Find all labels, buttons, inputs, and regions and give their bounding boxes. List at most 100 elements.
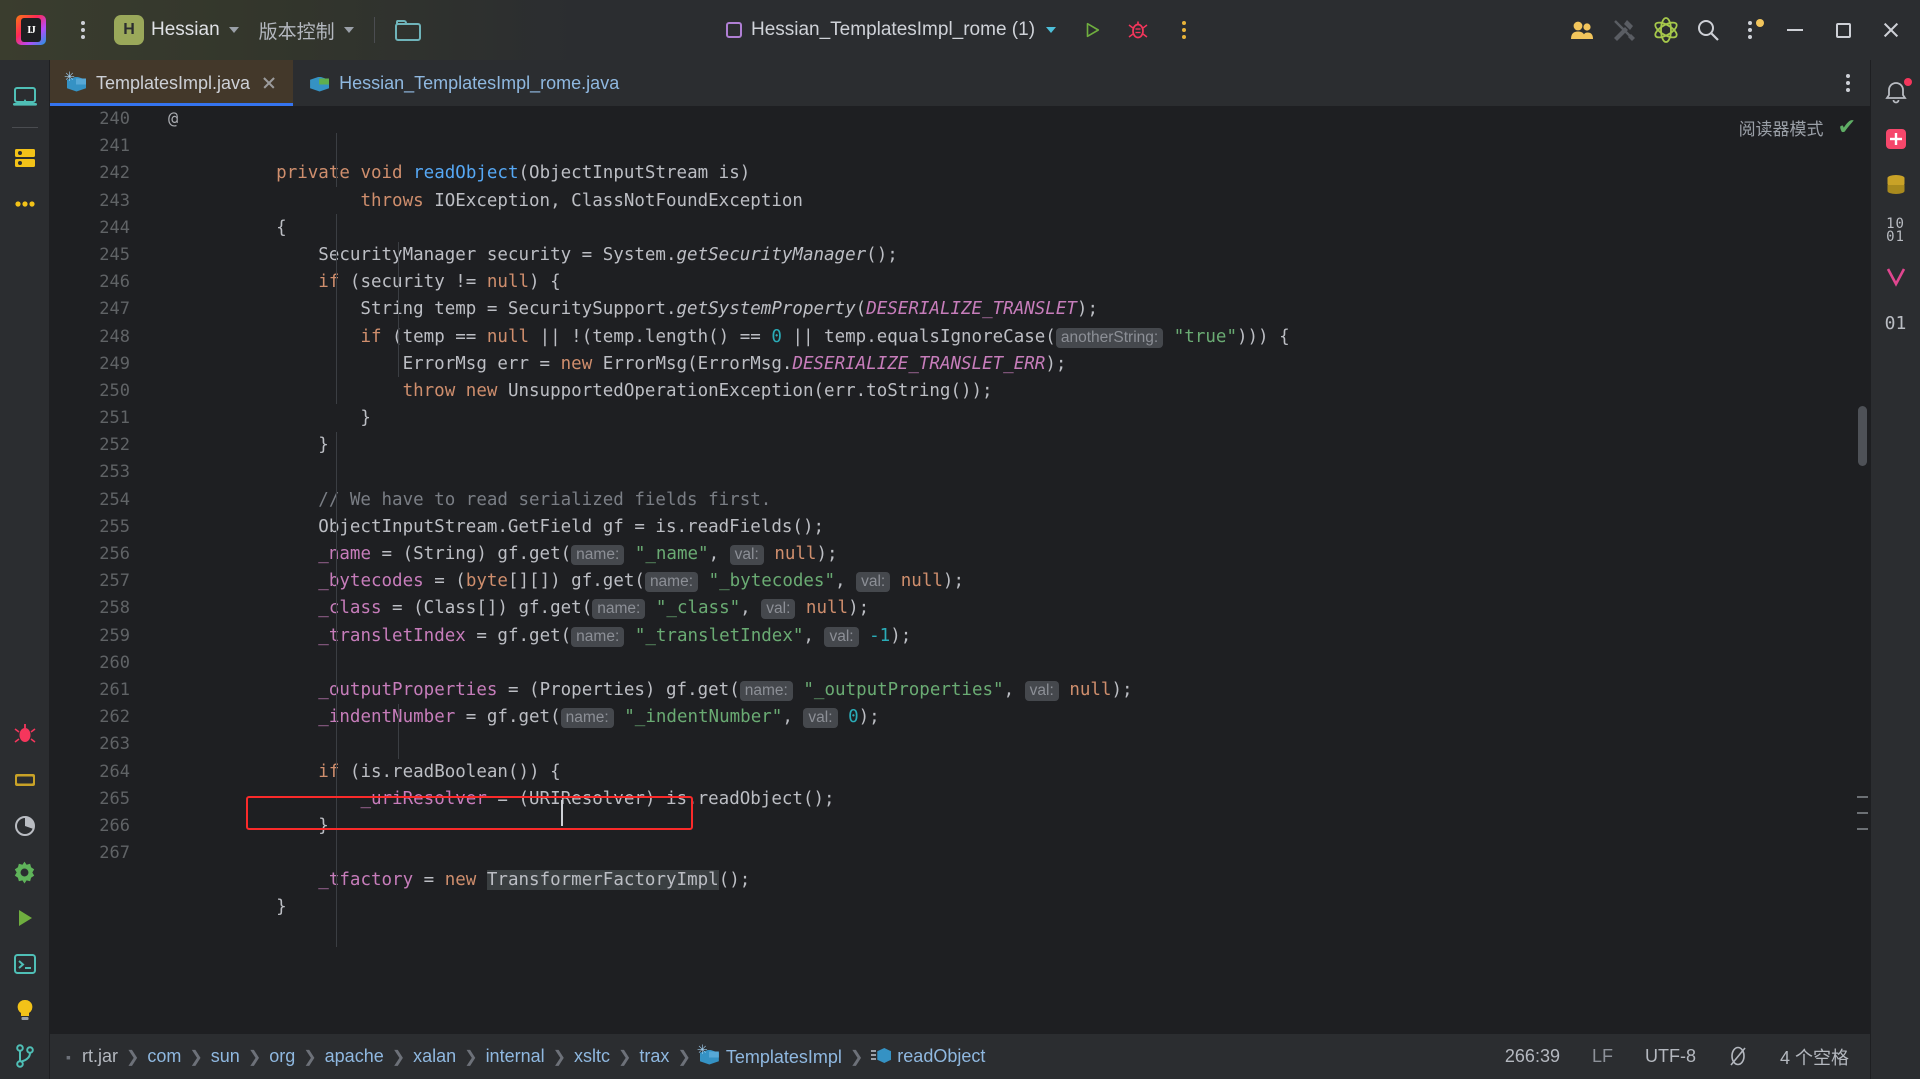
- gutter-line-number[interactable]: 245: [50, 242, 142, 269]
- code-line[interactable]: private void readObject(ObjectInputStrea…: [234, 160, 1870, 187]
- code-line[interactable]: SecurityManager security = System.getSec…: [234, 242, 1870, 269]
- gutter-line-number[interactable]: 265: [50, 786, 142, 813]
- window-maximize-icon[interactable]: [1820, 1, 1866, 59]
- code-line[interactable]: ObjectInputStream.GetField gf = is.readF…: [234, 514, 1870, 541]
- code-line[interactable]: if (is.readBoolean()) {: [234, 759, 1870, 786]
- code-line[interactable]: _name = (String) gf.get(name: "_name", v…: [234, 541, 1870, 568]
- main-menu-kebab-icon[interactable]: [62, 11, 104, 49]
- gutter-line-number[interactable]: 262: [50, 704, 142, 731]
- open-folder-icon[interactable]: [385, 11, 431, 49]
- code-with-me-icon[interactable]: [1562, 10, 1602, 50]
- gutter-line-number[interactable]: 261: [50, 677, 142, 704]
- gear-icon[interactable]: [0, 849, 50, 895]
- database-icon[interactable]: [1871, 162, 1920, 208]
- breadcrumb-item-org[interactable]: org: [262, 1044, 302, 1069]
- editor-scrollbar-thumb[interactable]: [1858, 406, 1867, 466]
- terminal-stack-icon[interactable]: [0, 757, 50, 803]
- code-line[interactable]: ErrorMsg err = new ErrorMsg(ErrorMsg.DES…: [234, 351, 1870, 378]
- git-tool-window[interactable]: [0, 1033, 50, 1079]
- read-only-lock-icon[interactable]: [1723, 1043, 1753, 1070]
- gutter-line-number[interactable]: 247: [50, 296, 142, 323]
- editor-tab-TemplatesImpl[interactable]: ✳ TemplatesImpl.java: [50, 60, 294, 106]
- code-editor[interactable]: 240 241 242 243 244 245 246 247 248 249 250 251 252 2…: [50, 106, 1870, 1033]
- gutter-line-number[interactable]: 252: [50, 432, 142, 459]
- file-encoding[interactable]: UTF-8: [1640, 1044, 1701, 1069]
- caret-position[interactable]: 266:39: [1500, 1044, 1565, 1069]
- gutter-line-number[interactable]: 249: [50, 351, 142, 378]
- code-line[interactable]: }: [234, 894, 1870, 921]
- code-line[interactable]: throw new UnsupportedOperationException(…: [234, 378, 1870, 405]
- debug-button-icon[interactable]: [1118, 10, 1158, 50]
- gutter-line-number[interactable]: 250: [50, 378, 142, 405]
- code-line[interactable]: if (security != null) {: [234, 269, 1870, 296]
- breadcrumb-item-rt-jar[interactable]: rt.jar: [75, 1044, 125, 1069]
- more-actions-kebab-icon[interactable]: [1164, 10, 1204, 50]
- code-line[interactable]: if (temp == null || !(temp.length() == 0…: [234, 324, 1870, 351]
- terminal-tool-window[interactable]: [0, 941, 50, 987]
- code-line[interactable]: }: [234, 405, 1870, 432]
- intellij-logo-icon[interactable]: IJ: [14, 13, 48, 47]
- gutter-line-number[interactable]: 242: [50, 160, 142, 187]
- gutter-line-number[interactable]: 255: [50, 514, 142, 541]
- gutter-line-number[interactable]: 254: [50, 487, 142, 514]
- more-tool-windows[interactable]: [0, 181, 50, 227]
- binary-1001-icon[interactable]: 10 01: [1871, 208, 1920, 254]
- breadcrumb-item-apache[interactable]: apache: [318, 1044, 391, 1069]
- code-line[interactable]: _class = (Class[]) gf.get(name: "_class"…: [234, 595, 1870, 622]
- problems-tool-window[interactable]: [0, 987, 50, 1033]
- gutter-line-number[interactable]: 248: [50, 324, 142, 351]
- editor-marker[interactable]: [1857, 796, 1868, 798]
- gutter-line-number[interactable]: 243: [50, 188, 142, 215]
- annotation-gutter-marker[interactable]: @: [168, 106, 178, 133]
- editor-tab-Hessian_TemplatesImpl_rome[interactable]: Hessian_TemplatesImpl_rome.java: [293, 60, 633, 106]
- code-content[interactable]: private void readObject(ObjectInputStrea…: [228, 106, 1870, 1033]
- gutter-line-number[interactable]: 251: [50, 405, 142, 432]
- code-line[interactable]: }: [234, 813, 1870, 840]
- commit-tool-window[interactable]: [0, 135, 50, 181]
- line-separator[interactable]: LF: [1587, 1044, 1618, 1069]
- code-line[interactable]: _outputProperties = (Properties) gf.get(…: [234, 677, 1870, 704]
- window-close-icon[interactable]: [1868, 1, 1914, 59]
- bell-icon[interactable]: [1871, 70, 1920, 116]
- run-configuration-selector[interactable]: Hessian_TemplatesImpl_rome (1): [716, 14, 1066, 46]
- run-tool-window[interactable]: [0, 895, 50, 941]
- gutter-line-number[interactable]: 263: [50, 731, 142, 758]
- tab-close-icon[interactable]: [259, 73, 279, 93]
- code-line[interactable]: [234, 840, 1870, 867]
- code-line[interactable]: [234, 650, 1870, 677]
- reader-mode-widget[interactable]: 阅读器模式 ✔: [1739, 114, 1856, 140]
- tools-hammer-wrench-icon[interactable]: [1604, 10, 1644, 50]
- code-line[interactable]: String temp = SecuritySupport.getSystemP…: [234, 296, 1870, 323]
- profiler-tool-window[interactable]: [0, 803, 50, 849]
- window-minimize-icon[interactable]: [1772, 1, 1818, 59]
- gutter-line-number[interactable]: 246: [50, 269, 142, 296]
- settings-kebab-icon[interactable]: [1730, 10, 1770, 50]
- gutter-line-number[interactable]: 267: [50, 840, 142, 867]
- gutter-line-number[interactable]: 258: [50, 595, 142, 622]
- project-tool-window[interactable]: [0, 74, 50, 120]
- gutter-line-number[interactable]: 266: [50, 813, 142, 840]
- editor-marker[interactable]: [1857, 828, 1868, 830]
- editor-marker[interactable]: [1857, 812, 1868, 814]
- binary-01-icon[interactable]: 01: [1871, 300, 1920, 346]
- breadcrumb-item-trax[interactable]: trax: [632, 1044, 676, 1069]
- gutter-line-number[interactable]: 260: [50, 650, 142, 677]
- code-line[interactable]: }: [234, 432, 1870, 459]
- search-everywhere-icon[interactable]: [1688, 10, 1728, 50]
- gutter-line-number[interactable]: 253: [50, 459, 142, 486]
- gutter-line-number[interactable]: 241: [50, 133, 142, 160]
- gutter-line-number[interactable]: 257: [50, 568, 142, 595]
- code-line[interactable]: // We have to read serialized fields fir…: [234, 487, 1870, 514]
- breadcrumb-item-com[interactable]: com: [140, 1044, 188, 1069]
- indent-setting[interactable]: 4 个空格: [1775, 1042, 1854, 1072]
- gutter-line-number[interactable]: 240: [50, 106, 142, 133]
- gutter-line-number[interactable]: 256: [50, 541, 142, 568]
- v-shape-icon[interactable]: [1871, 254, 1920, 300]
- breadcrumb-item-xsltc[interactable]: xsltc: [567, 1044, 617, 1069]
- code-line[interactable]: _indentNumber = gf.get(name: "_indentNum…: [234, 704, 1870, 731]
- editor-marker-column[interactable]: [1854, 106, 1870, 1033]
- run-button-icon[interactable]: [1072, 10, 1112, 50]
- breadcrumb-item-internal[interactable]: internal: [479, 1044, 552, 1069]
- code-line[interactable]: _transletIndex = gf.get(name: "_translet…: [234, 623, 1870, 650]
- code-line[interactable]: [234, 731, 1870, 758]
